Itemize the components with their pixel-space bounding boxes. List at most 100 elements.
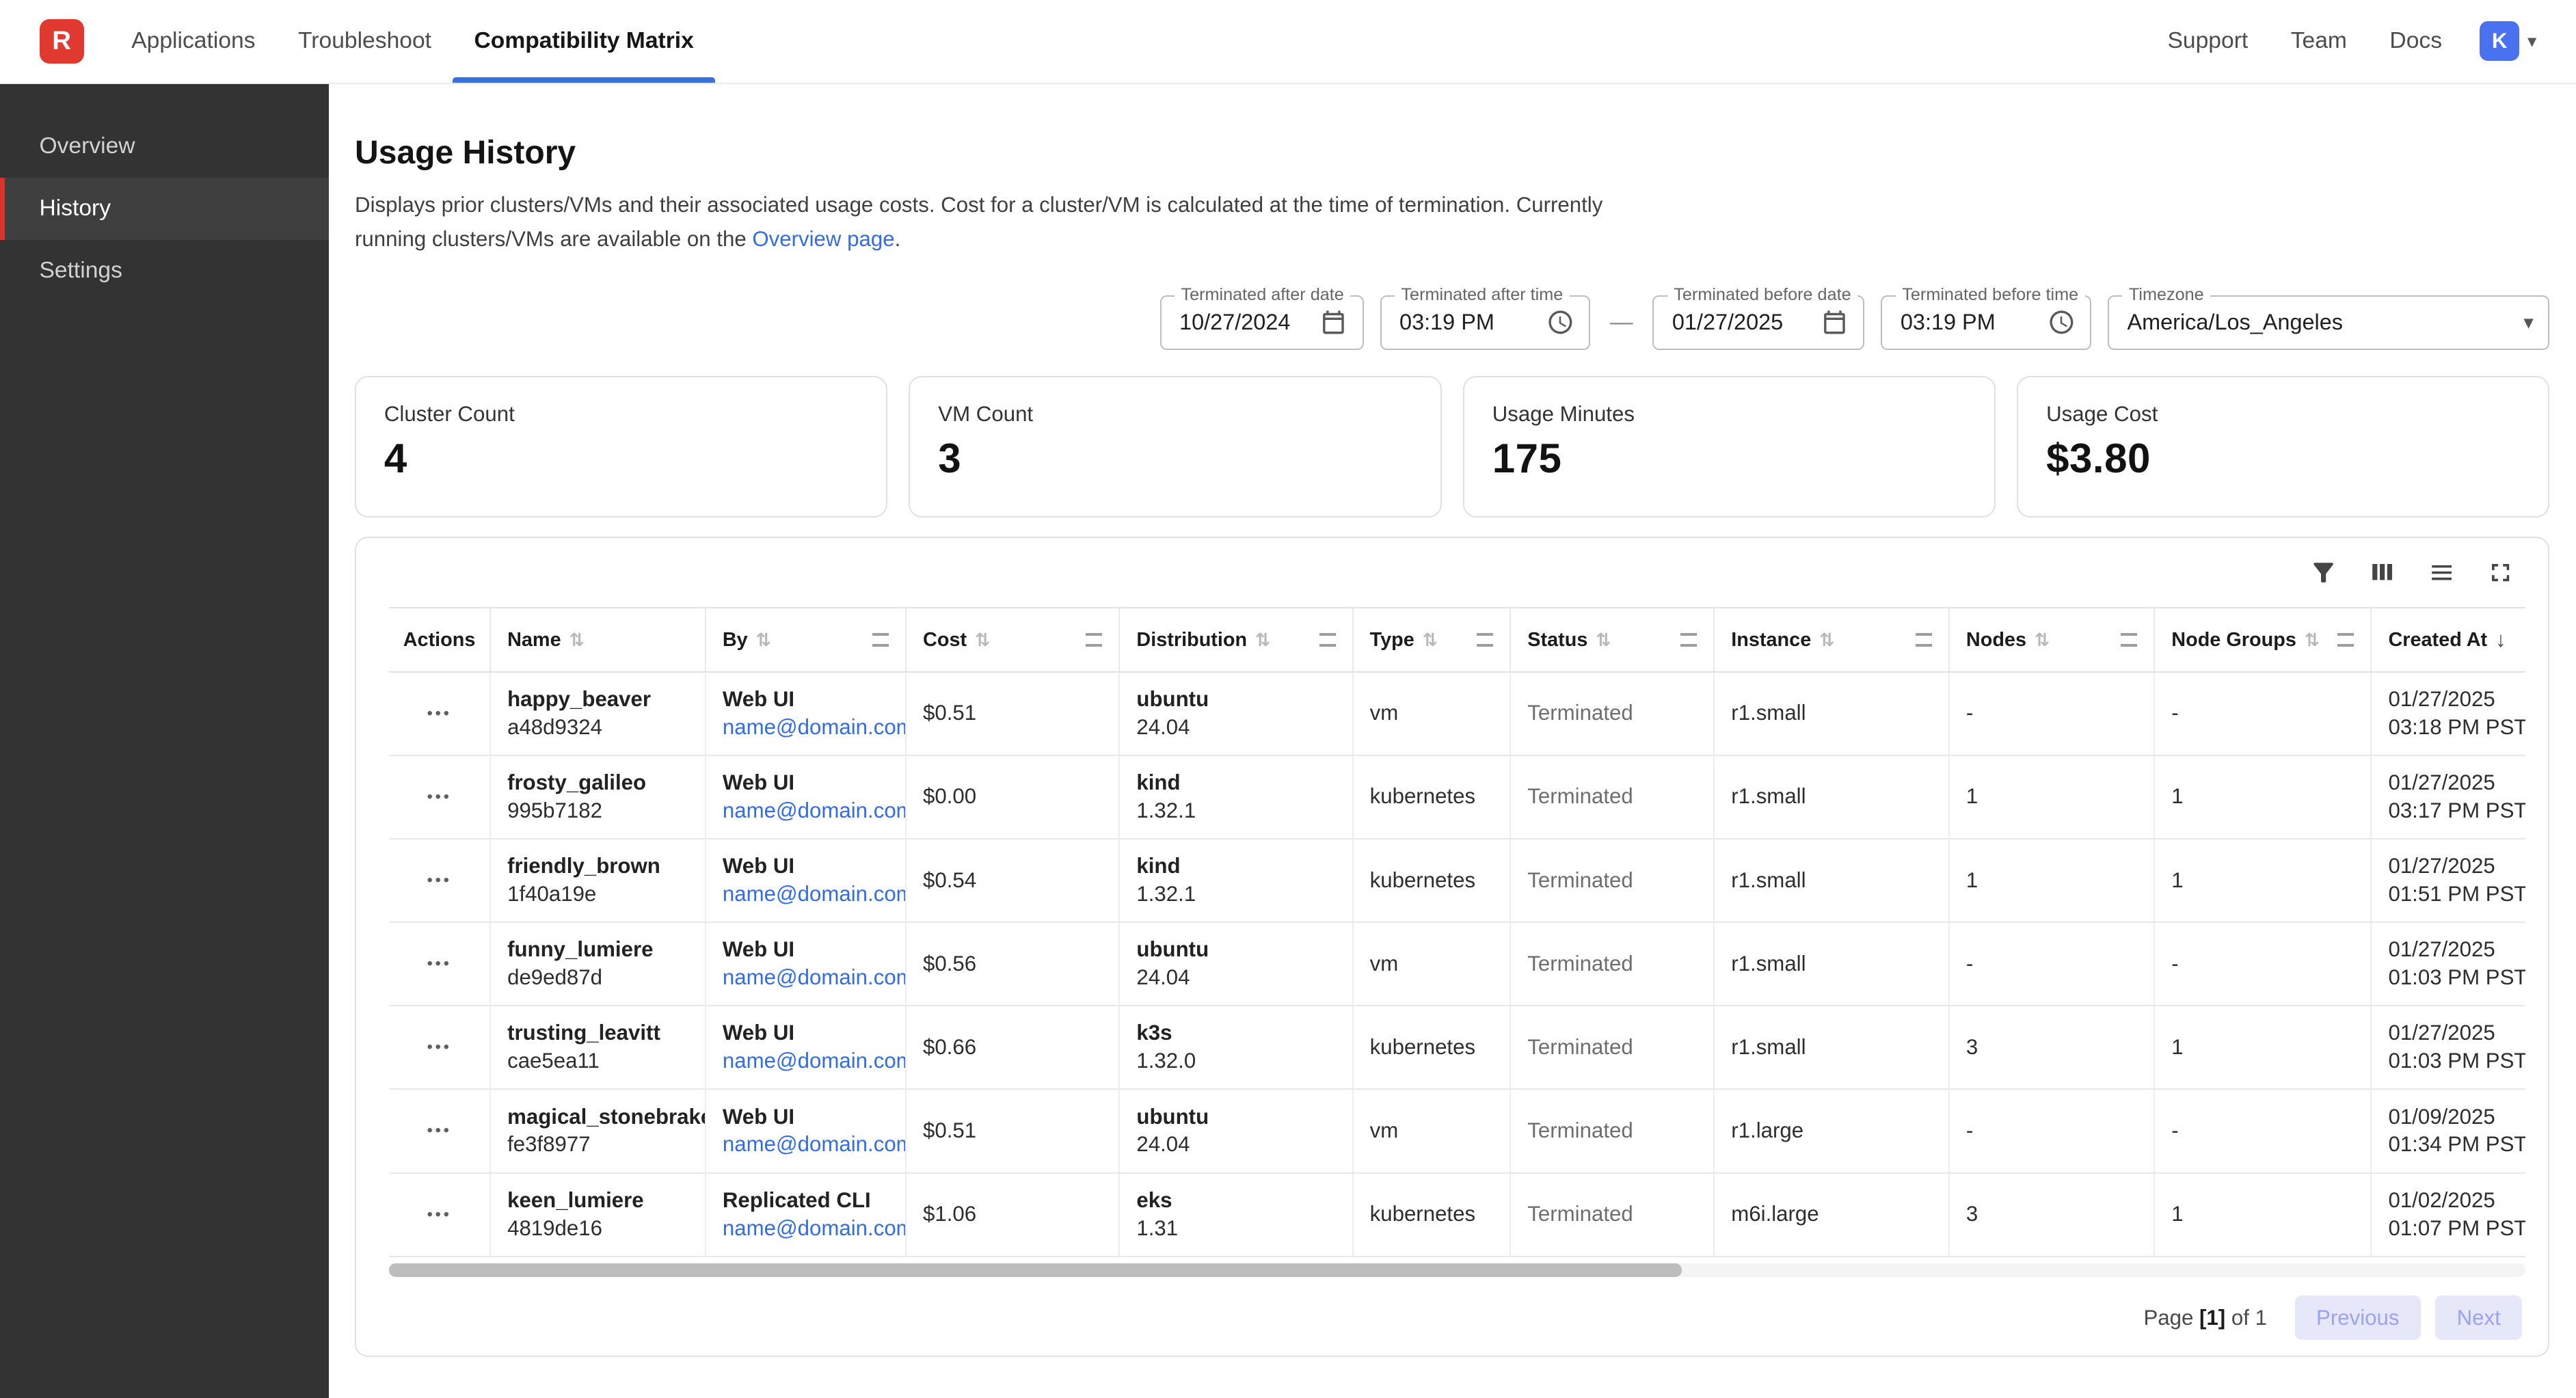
column-header-distribution[interactable]: Distribution ⇅ — [1120, 608, 1353, 671]
filter-button[interactable] — [2309, 558, 2338, 587]
column-label: Instance — [1731, 629, 1811, 651]
sort-icon[interactable]: ⇅ — [1255, 630, 1270, 651]
created-by-source: Replicated CLI — [723, 1187, 889, 1215]
cell-name: magical_stonebrakerfe3f8977 — [491, 1090, 706, 1172]
column-header-node_groups[interactable]: Node Groups⇅ — [2155, 608, 2372, 671]
terminated-after-time-field[interactable]: Terminated after time 03:19 PM — [1380, 295, 1591, 349]
stat-card-vm-count: VM Count 3 — [909, 376, 1441, 517]
column-label: Distribution — [1136, 629, 1247, 651]
row-actions-button[interactable]: ••• — [427, 954, 452, 973]
column-header-instance[interactable]: Instance ⇅ — [1715, 608, 1950, 671]
stat-label: Usage Cost — [2046, 402, 2521, 427]
sort-icon[interactable]: ⇅ — [569, 630, 585, 651]
horizontal-scrollbar[interactable] — [389, 1263, 2525, 1276]
clock-icon[interactable] — [2048, 308, 2076, 336]
cell-nodes: 3 — [1950, 1006, 2155, 1088]
row-actions-button[interactable]: ••• — [427, 704, 452, 723]
nav-docs[interactable]: Docs — [2368, 28, 2463, 54]
nav-troubleshoot[interactable]: Troubleshoot — [277, 0, 453, 83]
email-link[interactable]: name@domain.com — [723, 1131, 889, 1159]
email-link[interactable]: name@domain.com — [723, 1047, 889, 1075]
email-link[interactable]: name@domain.com — [723, 964, 889, 992]
sort-desc-icon[interactable]: ↓ — [2495, 628, 2506, 652]
columns-button[interactable] — [2367, 558, 2397, 587]
email-link[interactable]: name@domain.com — [723, 714, 889, 742]
cell-instance: m6i.large — [1715, 1174, 1950, 1256]
cell-type: kubernetes — [1354, 1174, 1512, 1256]
node-groups-value: - — [2171, 950, 2354, 978]
terminated-before-time-field[interactable]: Terminated before time 03:19 PM — [1881, 295, 2091, 349]
sort-icon[interactable]: ⇅ — [975, 630, 990, 651]
calendar-icon[interactable] — [1821, 308, 1849, 336]
sort-icon[interactable]: ⇅ — [2035, 630, 2050, 651]
column-header-status[interactable]: Status⇅ — [1511, 608, 1715, 671]
column-header-type[interactable]: Type⇅ — [1354, 608, 1512, 671]
cell-cost: $0.56 — [907, 923, 1120, 1005]
fullscreen-button[interactable] — [2486, 558, 2515, 587]
column-header-created_at[interactable]: Created At↓ — [2372, 608, 2525, 671]
nodes-value: - — [1966, 1117, 2137, 1145]
column-header-cost[interactable]: Cost⇅ — [907, 608, 1120, 671]
sidebar-item-history[interactable]: History — [0, 178, 329, 240]
replicated-logo[interactable]: R — [40, 19, 84, 64]
nav-compatibility-matrix[interactable]: Compatibility Matrix — [453, 0, 715, 83]
cell-type: kubernetes — [1354, 756, 1512, 838]
sort-icon[interactable]: ⇅ — [1596, 630, 1611, 651]
column-menu-icon[interactable] — [2121, 633, 2137, 646]
previous-page-button[interactable]: Previous — [2295, 1295, 2421, 1340]
density-button[interactable] — [2427, 558, 2456, 587]
nav-applications[interactable]: Applications — [110, 0, 277, 83]
cell-cost: $0.51 — [907, 1090, 1120, 1172]
clock-icon[interactable] — [1546, 308, 1574, 336]
sort-icon[interactable]: ⇅ — [756, 630, 771, 651]
field-value: 01/27/2025 — [1672, 310, 1808, 335]
sort-icon[interactable]: ⇅ — [1819, 630, 1834, 651]
sort-icon[interactable]: ⇅ — [1423, 630, 1438, 651]
nav-team[interactable]: Team — [2269, 28, 2368, 54]
sidebar-item-settings[interactable]: Settings — [0, 240, 329, 302]
row-actions-button[interactable]: ••• — [427, 1038, 452, 1057]
field-label: Terminated after date — [1175, 285, 1351, 305]
column-header-nodes[interactable]: Nodes⇅ — [1950, 608, 2155, 671]
cell-status: Terminated — [1511, 1090, 1715, 1172]
cell-created_at: 01/27/202501:03 PM PST — [2372, 923, 2525, 1005]
column-header-by[interactable]: By⇅ — [706, 608, 907, 671]
created-by-source: Web UI — [723, 936, 889, 964]
column-menu-icon[interactable] — [1319, 633, 1336, 646]
column-menu-icon[interactable] — [872, 633, 889, 646]
email-link[interactable]: name@domain.com — [723, 797, 889, 825]
email-link[interactable]: name@domain.com — [723, 1215, 889, 1243]
calendar-icon[interactable] — [1319, 308, 1347, 336]
cell-by: Web UIname@domain.com — [706, 673, 907, 755]
row-actions-button[interactable]: ••• — [427, 1121, 452, 1140]
row-actions-button[interactable]: ••• — [427, 1205, 452, 1224]
scrollbar-thumb[interactable] — [389, 1263, 1681, 1276]
next-page-button[interactable]: Next — [2435, 1295, 2522, 1340]
overview-page-link[interactable]: Overview page — [752, 227, 894, 251]
page-title: Usage History — [355, 133, 2549, 172]
cell-created_at: 01/27/202503:17 PM PST — [2372, 756, 2525, 838]
cell-status: Terminated — [1511, 756, 1715, 838]
user-menu[interactable]: K ▾ — [2480, 21, 2536, 61]
app-root: R Applications Troubleshoot Compatibilit… — [0, 0, 2576, 1398]
created-date: 01/02/2025 — [2388, 1187, 2525, 1215]
sort-icon[interactable]: ⇅ — [2305, 630, 2320, 651]
cell-type: vm — [1354, 1090, 1512, 1172]
timezone-select[interactable]: Timezone America/Los_Angeles ▾ — [2108, 295, 2549, 349]
terminated-before-date-field[interactable]: Terminated before date 01/27/2025 — [1652, 295, 1864, 349]
terminated-after-date-field[interactable]: Terminated after date 10/27/2024 — [1160, 295, 1364, 349]
row-actions-button[interactable]: ••• — [427, 871, 452, 890]
column-menu-icon[interactable] — [1916, 633, 1932, 646]
column-menu-icon[interactable] — [1086, 633, 1102, 646]
column-menu-icon[interactable] — [2337, 633, 2354, 646]
sidebar-item-overview[interactable]: Overview — [0, 115, 329, 177]
nav-support[interactable]: Support — [2146, 28, 2269, 54]
column-menu-icon[interactable] — [1680, 633, 1697, 646]
email-link[interactable]: name@domain.com — [723, 881, 889, 909]
field-value: 03:19 PM — [1399, 310, 1533, 335]
column-header-name[interactable]: Name⇅ — [491, 608, 706, 671]
column-menu-icon[interactable] — [1477, 633, 1493, 646]
row-actions-button[interactable]: ••• — [427, 788, 452, 807]
density-icon — [2427, 558, 2456, 587]
cell-distribution: eks1.31 — [1120, 1174, 1353, 1256]
